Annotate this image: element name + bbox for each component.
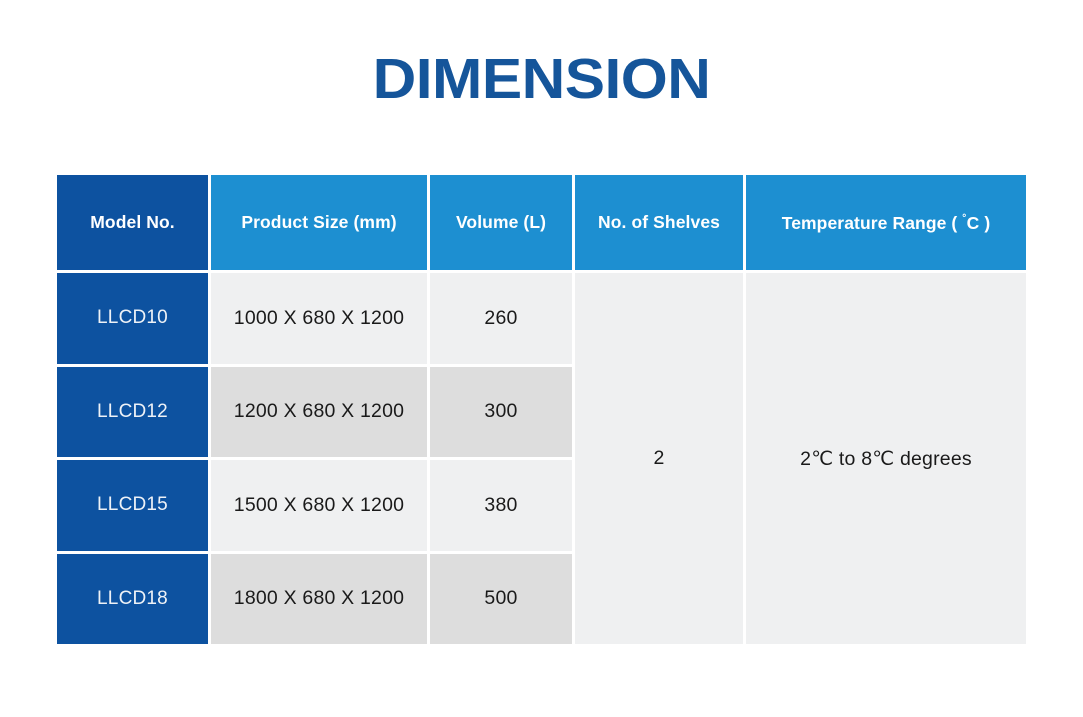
cell-model-llcd12: LLCD12 [57, 366, 211, 460]
column-header-volume: Volume (L) [430, 175, 575, 273]
cell-size-llcd18: 1800 X 680 X 1200 [211, 553, 430, 644]
column-header-product-size: Product Size (mm) [211, 175, 430, 273]
column-header-no-of-shelves: No. of Shelves [575, 175, 746, 273]
dimension-table-container: Model No. Product Size (mm) Volume (L) N… [57, 175, 1026, 644]
cell-model-llcd18: LLCD18 [57, 553, 211, 644]
cell-shelves-merged: 2 [575, 273, 746, 644]
cell-volume-llcd15: 380 [430, 460, 575, 554]
table-row: LLCD10 1000 X 680 X 1200 260 2 2℃ to 8℃ … [57, 273, 1026, 644]
temperature-header-prefix: Temperature Range ( [781, 212, 963, 233]
cell-size-llcd10: 1000 X 680 X 1200 [211, 273, 430, 367]
cell-size-llcd12: 1200 X 680 X 1200 [211, 366, 430, 460]
cell-model-llcd15: LLCD15 [57, 460, 211, 554]
table-header-row: Model No. Product Size (mm) Volume (L) N… [57, 175, 1026, 273]
cell-volume-llcd12: 300 [430, 366, 575, 460]
page-title: DIMENSION [372, 47, 711, 111]
temperature-header-suffix: C ) [966, 212, 991, 233]
cell-volume-llcd18: 500 [430, 553, 575, 644]
cell-model-llcd10: LLCD10 [57, 273, 211, 367]
cell-volume-llcd10: 260 [430, 273, 575, 367]
cell-size-llcd15: 1500 X 680 X 1200 [211, 460, 430, 554]
dimension-spec-table: Model No. Product Size (mm) Volume (L) N… [57, 175, 1026, 644]
column-header-temperature-range: Temperature Range ( ˚C ) [746, 175, 1026, 273]
cell-temperature-merged: 2℃ to 8℃ degrees [746, 273, 1026, 644]
column-header-model-no: Model No. [57, 175, 211, 273]
